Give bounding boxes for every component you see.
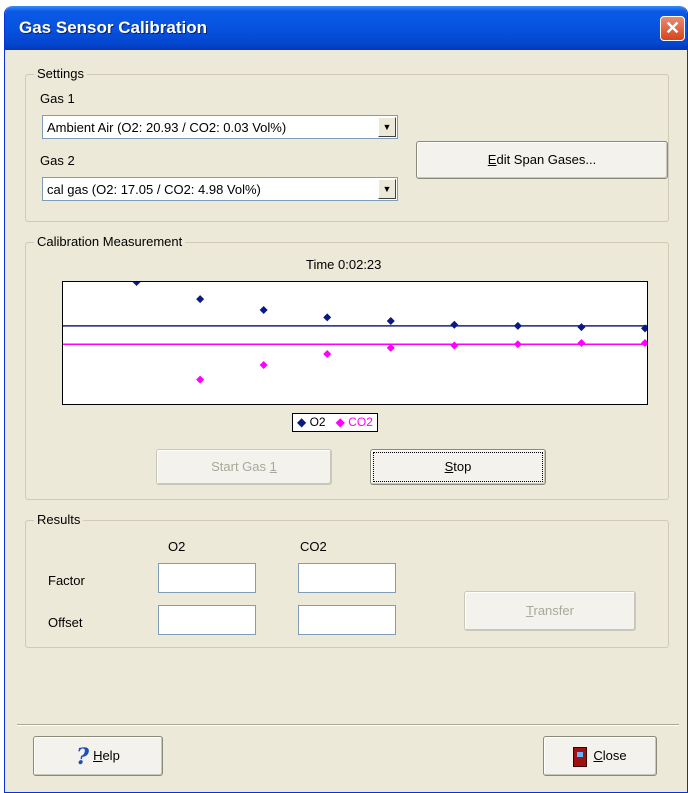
results-row-factor: Factor [48,573,85,588]
legend-o2-marker-icon: ◆ [297,415,307,429]
footer-divider [17,724,679,726]
factor-co2-field[interactable] [298,563,396,593]
chart-title: Time 0:02:23 [306,257,382,272]
legend-co2-marker-icon: ◆ [335,415,345,429]
chart-legend: ◆ O2 ◆ CO2 [292,413,378,432]
help-question-icon: ? [76,743,90,770]
close-label: lose [602,748,627,763]
legend-o2-label: O2 [309,415,326,429]
point-co2-1 [259,360,268,369]
results-group: Results O2 CO2 Factor Offset Transfer [25,512,669,648]
point-o2-3 [323,313,332,322]
results-legend: Results [34,512,84,527]
point-co2-3 [386,343,395,352]
help-label: elp [102,748,120,763]
close-button[interactable]: Close [543,736,657,776]
gas1-dropdown-arrow-icon[interactable]: ▼ [378,117,396,137]
point-co2-6 [577,339,586,347]
point-co2-4 [450,341,459,350]
factor-o2-field[interactable] [158,563,256,593]
point-o2-5 [450,320,459,329]
gas2-dropdown-arrow-icon[interactable]: ▼ [378,179,396,199]
start-gas-label: Start Gas [211,459,270,474]
close-icon: ✕ [664,18,681,38]
edit-span-gases-button[interactable]: Edit Span Gases... [416,141,668,179]
chart-plot-area [62,281,648,405]
start-gas-button[interactable]: Start Gas 1 [156,449,332,485]
point-co2-5 [513,340,522,349]
point-co2-7 [641,339,647,347]
gas2-label: Gas 2 [40,153,75,168]
edit-span-label: dit Span Gases... [496,152,597,167]
point-o2-2 [259,306,268,315]
start-gas-mnemonic: 1 [269,459,277,474]
legend-co2-label: CO2 [348,415,373,429]
point-o2-0 [132,282,141,286]
point-o2-7 [577,323,586,332]
exit-door-icon [573,746,588,767]
help-button[interactable]: ? Help [33,736,163,776]
calibration-legend: Calibration Measurement [34,234,186,249]
point-o2-6 [513,321,522,330]
title-bar[interactable]: Gas Sensor Calibration ✕ [5,6,687,50]
results-col-o2: O2 [168,539,186,554]
stop-mnemonic: S [444,459,454,474]
gas2-select[interactable]: cal gas (O2: 17.05 / CO2: 4.98 Vol%) ▼ [42,177,398,201]
settings-group: Settings Gas 1 Ambient Air (O2: 20.93 / … [25,66,669,222]
window-title: Gas Sensor Calibration [19,18,207,37]
point-o2-1 [196,295,205,304]
window-close-button[interactable]: ✕ [660,16,685,41]
offset-o2-field[interactable] [158,605,256,635]
calibration-chart [63,282,647,384]
gas1-label: Gas 1 [40,91,75,106]
gas2-value: cal gas (O2: 17.05 / CO2: 4.98 Vol%) [47,182,261,197]
results-col-co2: CO2 [300,539,327,554]
gas1-select[interactable]: Ambient Air (O2: 20.93 / CO2: 0.03 Vol%)… [42,115,398,139]
settings-legend: Settings [34,66,87,81]
calibration-group: Calibration Measurement Time 0:02:23 ◆ O… [25,234,669,500]
close-mnemonic: C [593,748,603,763]
transfer-mnemonic: T [526,603,534,618]
stop-label: top [453,459,472,474]
stop-button[interactable]: Stop [370,449,546,485]
transfer-button[interactable]: Transfer [464,591,636,631]
transfer-label: ransfer [533,603,574,618]
calibration-dialog: Gas Sensor Calibration ✕ Settings Gas 1 … [4,6,688,793]
results-row-offset: Offset [48,615,83,630]
offset-co2-field[interactable] [298,605,396,635]
point-o2-4 [386,317,395,326]
gas1-value: Ambient Air (O2: 20.93 / CO2: 0.03 Vol%) [47,120,287,135]
point-co2-0 [196,375,205,384]
point-co2-2 [323,349,332,358]
